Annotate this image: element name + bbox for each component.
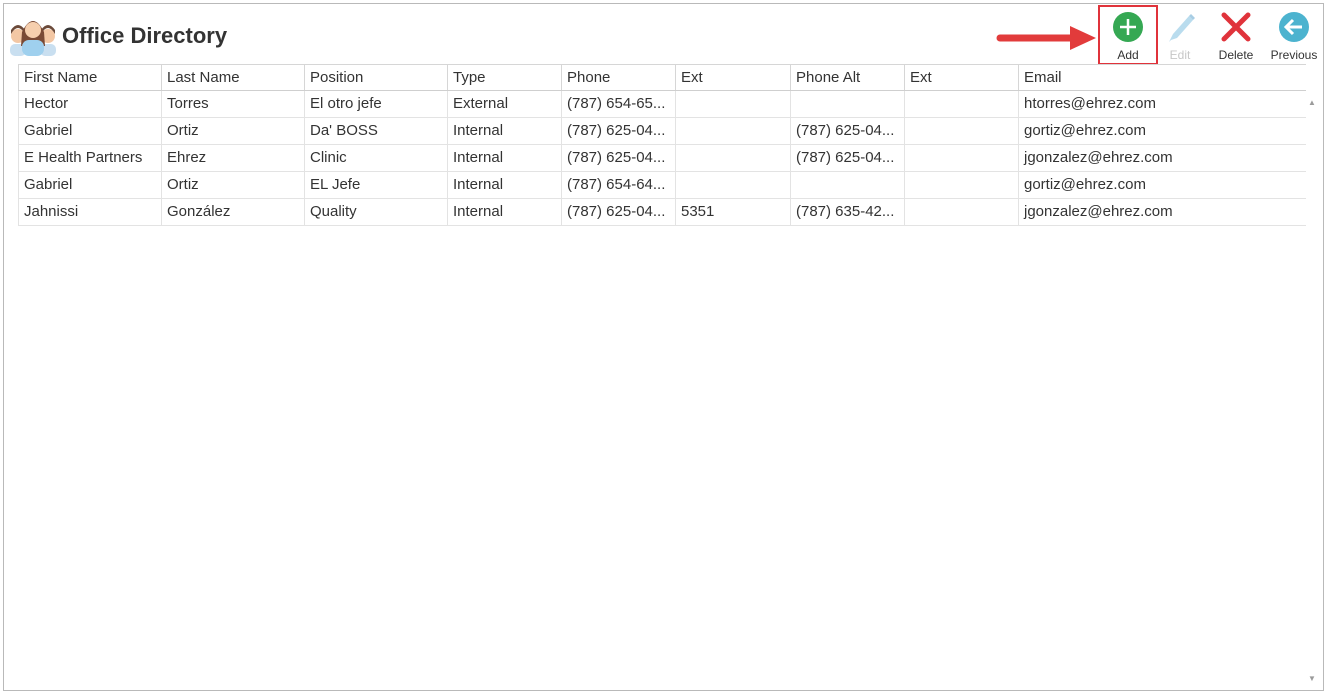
table-row[interactable]: Gabriel Ortiz EL Jefe Internal (787) 654… — [18, 172, 1306, 199]
cell-first-name: Jahnissi — [18, 199, 161, 225]
cell-last-name: González — [161, 199, 304, 225]
table-header: First Name Last Name Position Type Phone… — [18, 64, 1306, 91]
cell-first-name: Gabriel — [18, 118, 161, 144]
add-button[interactable]: Add — [1098, 5, 1158, 65]
cell-email: gortiz@ehrez.com — [1018, 118, 1306, 144]
directory-table: First Name Last Name Position Type Phone… — [18, 64, 1306, 226]
cell-position: Clinic — [304, 145, 447, 171]
cell-ext: 5351 — [675, 199, 790, 225]
header-bar: Office Directory Add Edit Delete Previou… — [4, 4, 1323, 65]
cell-type: Internal — [447, 145, 561, 171]
scroll-down-arrow-icon[interactable]: ▼ — [1307, 674, 1317, 684]
column-header[interactable]: Phone Alt — [790, 65, 904, 90]
cell-position: EL Jefe — [304, 172, 447, 198]
cell-type: Internal — [447, 172, 561, 198]
cell-first-name: Gabriel — [18, 172, 161, 198]
arrow-left-icon — [1279, 12, 1309, 42]
cell-ext — [675, 118, 790, 144]
cell-email: jgonzalez@ehrez.com — [1018, 145, 1306, 171]
cell-type: Internal — [447, 118, 561, 144]
previous-button[interactable]: Previous — [1266, 6, 1322, 62]
previous-label: Previous — [1270, 48, 1318, 62]
red-arrow-annotation — [996, 26, 1096, 50]
cell-phone-alt: (787) 635-42... — [790, 199, 904, 225]
cell-position: El otro jefe — [304, 91, 447, 117]
column-header[interactable]: Type — [447, 65, 561, 90]
cell-phone: (787) 625-04... — [561, 199, 675, 225]
add-label: Add — [1117, 48, 1139, 62]
cell-ext — [675, 172, 790, 198]
column-header[interactable]: Ext — [675, 65, 790, 90]
cell-last-name: Ehrez — [161, 145, 304, 171]
table-row[interactable]: E Health Partners Ehrez Clinic Internal … — [18, 145, 1306, 172]
cell-phone-alt: (787) 625-04... — [790, 118, 904, 144]
cell-phone: (787) 625-04... — [561, 118, 675, 144]
edit-button[interactable]: Edit — [1152, 6, 1208, 62]
cell-ext-alt — [904, 199, 1018, 225]
cell-email: gortiz@ehrez.com — [1018, 172, 1306, 198]
cell-type: Internal — [447, 199, 561, 225]
directory-grid-area: First Name Last Name Position Type Phone… — [4, 64, 1323, 690]
column-header[interactable]: Email — [1018, 65, 1306, 90]
cell-ext-alt — [904, 172, 1018, 198]
column-header[interactable]: Ext — [904, 65, 1018, 90]
cell-phone: (787) 654-65... — [561, 91, 675, 117]
people-icon — [10, 21, 56, 56]
delete-label: Delete — [1218, 48, 1254, 62]
cell-last-name: Ortiz — [161, 118, 304, 144]
cell-ext — [675, 145, 790, 171]
column-header[interactable]: First Name — [18, 65, 161, 90]
delete-button[interactable]: Delete — [1208, 6, 1264, 62]
cell-email: htorres@ehrez.com — [1018, 91, 1306, 117]
table-row[interactable]: Jahnissi González Quality Internal (787)… — [18, 199, 1306, 226]
table-row[interactable]: Hector Torres El otro jefe External (787… — [18, 91, 1306, 118]
cell-email: jgonzalez@ehrez.com — [1018, 199, 1306, 225]
column-header[interactable]: Phone — [561, 65, 675, 90]
cell-phone-alt: (787) 625-04... — [790, 145, 904, 171]
cell-ext-alt — [904, 118, 1018, 144]
cell-type: External — [447, 91, 561, 117]
table-row[interactable]: Gabriel Ortiz Da' BOSS Internal (787) 62… — [18, 118, 1306, 145]
cell-phone-alt — [790, 91, 904, 117]
close-icon — [1221, 12, 1251, 42]
column-header[interactable]: Last Name — [161, 65, 304, 90]
cell-phone: (787) 654-64... — [561, 172, 675, 198]
cell-last-name: Torres — [161, 91, 304, 117]
cell-ext — [675, 91, 790, 117]
page-title: Office Directory — [62, 23, 228, 48]
cell-ext-alt — [904, 91, 1018, 117]
cell-phone: (787) 625-04... — [561, 145, 675, 171]
cell-first-name: E Health Partners — [18, 145, 161, 171]
cell-phone-alt — [790, 172, 904, 198]
office-directory-window: Office Directory Add Edit Delete Previou… — [3, 3, 1324, 691]
add-icon — [1113, 12, 1143, 42]
pencil-icon — [1169, 14, 1195, 42]
cell-position: Da' BOSS — [304, 118, 447, 144]
scroll-up-arrow-icon[interactable]: ▲ — [1307, 98, 1317, 108]
cell-position: Quality — [304, 199, 447, 225]
cell-last-name: Ortiz — [161, 172, 304, 198]
edit-label: Edit — [1169, 48, 1191, 62]
cell-ext-alt — [904, 145, 1018, 171]
cell-first-name: Hector — [18, 91, 161, 117]
column-header[interactable]: Position — [304, 65, 447, 90]
